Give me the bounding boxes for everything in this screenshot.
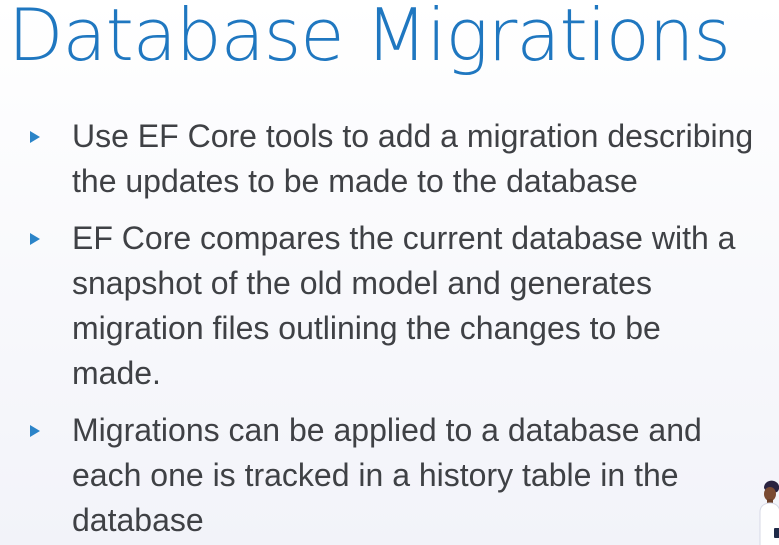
triangle-right-icon — [30, 131, 40, 143]
bullet-text-line: made. — [72, 355, 161, 391]
bullet-list: Use EF Core tools to add a migration des… — [30, 114, 779, 545]
person-shirt — [759, 502, 779, 545]
triangle-right-icon — [30, 233, 40, 245]
bullet-item: Migrations can be applied to a database … — [30, 408, 779, 543]
bullet-text-line: Migrations can be applied to a database … — [72, 412, 702, 448]
bullet-text-line: each one is tracked in a history table i… — [72, 457, 679, 493]
bullet-text-line: EF Core compares the current database wi… — [72, 220, 736, 256]
slide: Database Migrations Use EF Core tools to… — [0, 0, 779, 545]
triangle-right-icon — [30, 425, 40, 437]
slide-title: Database Migrations — [8, 0, 731, 77]
bullet-item: Use EF Core tools to add a migration des… — [30, 114, 779, 204]
bullet-text-line: database — [72, 502, 204, 538]
bullet-text-line: migration files outlining the changes to… — [72, 310, 661, 346]
bullet-text-line: snapshot of the old model and generates — [72, 265, 652, 301]
person-illustration — [759, 480, 779, 545]
person-face — [764, 487, 776, 501]
bullet-text-line: the updates to be made to the database — [72, 163, 638, 199]
bullet-text-line: Use EF Core tools to add a migration des… — [72, 118, 754, 154]
bullet-item: EF Core compares the current database wi… — [30, 216, 779, 396]
laptop-icon — [774, 528, 779, 538]
